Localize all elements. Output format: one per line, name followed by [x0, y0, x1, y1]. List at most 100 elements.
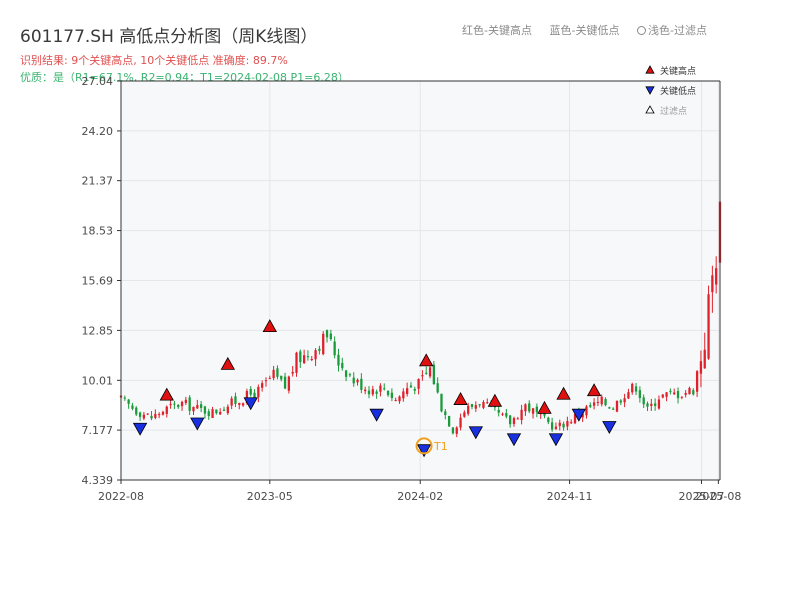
candle-body	[135, 407, 138, 415]
candle-body	[394, 399, 397, 401]
candle-body	[310, 359, 313, 361]
candle-body	[131, 405, 134, 409]
candle-body	[661, 394, 664, 398]
candle-body	[486, 402, 489, 404]
y-tick-label: 10.01	[82, 374, 114, 387]
candle-body	[333, 341, 336, 356]
candle-body	[631, 383, 634, 393]
candle-body	[344, 370, 348, 377]
candle-body	[364, 389, 367, 392]
candle-body	[596, 401, 600, 403]
candle-body	[276, 368, 279, 377]
candle-body	[653, 403, 657, 406]
candle-body	[306, 356, 310, 358]
candle-body	[634, 386, 638, 392]
y-tick-label: 18.53	[82, 225, 114, 238]
candle-body	[436, 383, 439, 393]
candle-body	[280, 375, 283, 380]
candle-body	[272, 369, 275, 379]
candle-body	[257, 386, 260, 398]
candle-body	[207, 411, 210, 417]
candle-body	[375, 391, 378, 394]
candle-body	[199, 404, 203, 408]
candle-body	[238, 402, 241, 405]
x-tick-label: 2022-08	[98, 490, 144, 503]
candlestick-chart: T1 4.339 7.177 10.01 12.85 15.69 18.53 21.37 24…	[82, 65, 742, 503]
candle-body	[455, 427, 458, 434]
candle-body	[428, 367, 432, 377]
y-tick-label: 24.20	[82, 125, 114, 138]
candle-body	[219, 411, 222, 415]
candle-body	[398, 396, 401, 402]
candle-body	[703, 349, 706, 369]
candle-body	[447, 415, 451, 427]
candle-body	[665, 392, 668, 397]
candle-body	[715, 268, 718, 285]
candle-body	[470, 404, 474, 407]
candle-body	[165, 406, 168, 414]
candle-body	[547, 417, 550, 423]
candle-body	[146, 413, 149, 415]
candle-body	[585, 406, 588, 416]
candle-body	[467, 405, 470, 414]
legend-label: 关键低点	[660, 85, 696, 97]
candle-body	[482, 402, 485, 408]
candle-body	[196, 405, 199, 409]
candle-body	[291, 371, 294, 374]
candle-body	[367, 390, 371, 395]
candle-body	[253, 392, 256, 398]
candle-body	[356, 379, 359, 383]
candle-body	[180, 401, 184, 407]
candle-body	[299, 351, 302, 363]
candle-body	[230, 398, 233, 406]
candle-body	[402, 391, 405, 399]
candle-body	[158, 414, 161, 416]
candle-body	[360, 378, 363, 390]
candle-body	[554, 426, 558, 429]
candle-body	[673, 392, 676, 395]
candle-body	[535, 406, 539, 413]
legend-label: 过滤点	[660, 105, 687, 117]
candle-body	[627, 392, 630, 399]
candle-body	[390, 392, 394, 399]
candle-body	[264, 380, 268, 382]
candle-body	[531, 408, 535, 414]
candle-body	[699, 361, 703, 374]
candle-body	[406, 388, 409, 395]
candle-body	[612, 408, 615, 410]
candle-body	[570, 422, 573, 424]
x-tick-label: 2024-02	[397, 490, 443, 503]
candle-body	[150, 415, 153, 419]
candle-body	[600, 396, 603, 405]
candle-body	[638, 390, 642, 399]
candle-body	[592, 402, 596, 406]
candle-body	[348, 374, 352, 376]
candle-body	[329, 333, 332, 340]
candle-body	[589, 405, 592, 407]
x-tick-label: 2025-08	[695, 490, 741, 503]
candle-body	[520, 409, 523, 420]
candle-body	[669, 390, 672, 392]
candle-body	[608, 407, 611, 409]
candle-body	[386, 390, 390, 396]
candle-body	[646, 403, 649, 407]
candle-body	[211, 409, 214, 418]
candle-body	[226, 406, 229, 414]
candle-body	[138, 412, 142, 417]
candle-body	[451, 427, 455, 434]
candle-body	[459, 417, 462, 428]
candle-body	[337, 354, 340, 366]
t1-label: T1	[433, 440, 448, 453]
candle-body	[707, 294, 710, 359]
candle-body	[268, 378, 271, 380]
candle-body	[413, 388, 416, 391]
candle-body	[528, 403, 531, 412]
candle-body	[215, 409, 218, 414]
candle-body	[314, 350, 317, 360]
candle-body	[287, 376, 291, 391]
candle-body	[505, 413, 508, 417]
candle-body	[642, 397, 645, 405]
candle-body	[379, 385, 382, 392]
candle-body	[474, 405, 477, 409]
candle-body	[604, 399, 607, 406]
